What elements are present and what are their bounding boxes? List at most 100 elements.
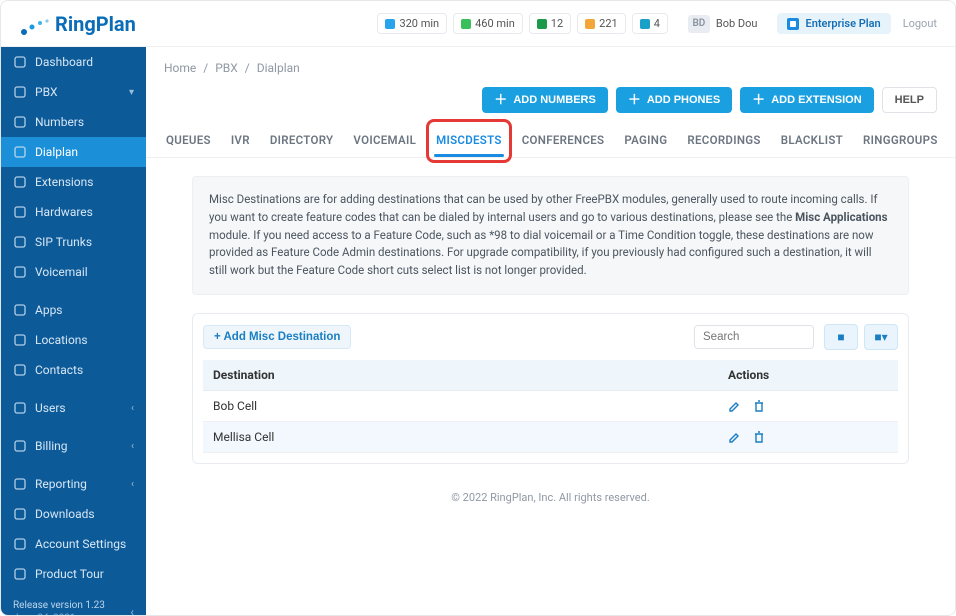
sidebar-item-label: Account Settings [35, 537, 126, 551]
header-stat-1[interactable]: 460 min [453, 13, 523, 34]
add-phones-button[interactable]: ＋ADD PHONES [616, 87, 732, 113]
sidebar-item-apps[interactable]: Apps [1, 295, 146, 325]
sidebar-item-label: Contacts [35, 363, 83, 377]
avatar: BD [688, 15, 710, 33]
delete-icon[interactable] [752, 430, 766, 444]
locations-icon [13, 333, 27, 347]
add-numbers-button[interactable]: ＋ADD NUMBERS [482, 87, 608, 113]
breadcrumb-pbx[interactable]: PBX [215, 61, 238, 75]
help-button[interactable]: HELP [882, 87, 937, 113]
info-box: Misc Destinations are for adding destina… [192, 176, 909, 295]
sidebar-footer: Release version 1.23 June 24, 2021 ‹ [1, 589, 146, 615]
sidebar-item-locations[interactable]: Locations [1, 325, 146, 355]
header-stat-2[interactable]: 12 [529, 13, 571, 34]
chevron-icon: ‹ [131, 441, 134, 452]
tabs: QUEUES IVR DIRECTORY VOICEMAIL MISCDESTS CONF… [146, 113, 955, 158]
stat-label: 4 [654, 17, 660, 30]
chevron-icon: ‹ [131, 479, 134, 490]
breadcrumb: Home / PBX / Dialplan [146, 47, 955, 75]
brand-logo[interactable]: RingPlan [19, 12, 136, 36]
header-stat-4[interactable]: 4 [632, 13, 668, 34]
chevron-icon: ▾ [129, 87, 134, 98]
dialplan-icon [13, 145, 27, 159]
tab-miscdests[interactable]: MISCDESTS [434, 127, 504, 157]
sidebar-item-label: Extensions [35, 175, 93, 189]
list-icon: ■▾ [874, 330, 887, 344]
page-footer: © 2022 RingPlan, Inc. All rights reserve… [146, 482, 955, 512]
header-stat-3[interactable]: 221 [577, 13, 626, 34]
user-chip[interactable]: BD Bob Dou [678, 12, 768, 36]
users-icon [13, 401, 27, 415]
table-row: Bob Cell [203, 391, 898, 422]
sidebar-item-sip-trunks[interactable]: SIP Trunks [1, 227, 146, 257]
add-extension-button[interactable]: ＋ADD EXTENSION [740, 87, 873, 113]
billing-icon [13, 439, 27, 453]
edit-icon[interactable] [728, 430, 742, 444]
view-list-button[interactable]: ■▾ [864, 324, 898, 350]
tab-conferences[interactable]: CONFERENCES [520, 127, 607, 157]
tab-directory[interactable]: DIRECTORY [268, 127, 336, 157]
sidebar-item-account-settings[interactable]: Account Settings [1, 529, 146, 559]
account-settings-icon [13, 537, 27, 551]
stat-icon [537, 19, 547, 29]
tab-recordings[interactable]: RECORDINGS [685, 127, 762, 157]
tab-voicemail[interactable]: VOICEMAIL [351, 127, 418, 157]
view-grid-button[interactable]: ■ [824, 324, 858, 350]
sidebar-item-label: Dialplan [35, 145, 78, 159]
chevron-icon: ‹ [131, 403, 134, 414]
sidebar-item-pbx[interactable]: PBX ▾ [1, 77, 146, 107]
stat-icon [385, 19, 395, 29]
logo-dots-icon [19, 18, 53, 36]
tab-ivr[interactable]: IVR [229, 127, 252, 157]
plan-chip[interactable]: Enterprise Plan [777, 13, 890, 34]
breadcrumb-home[interactable]: Home [164, 61, 196, 75]
stat-label: 460 min [475, 17, 515, 30]
delete-icon[interactable] [752, 399, 766, 413]
sidebar-item-label: Product Tour [35, 567, 104, 581]
sidebar-item-hardwares[interactable]: Hardwares [1, 197, 146, 227]
search-input[interactable] [694, 325, 814, 349]
sidebar-item-users[interactable]: Users ‹ [1, 393, 146, 423]
header-stat-0[interactable]: 320 min [377, 13, 447, 34]
product-tour-icon [13, 567, 27, 581]
stat-icon [461, 19, 471, 29]
sidebar-item-label: SIP Trunks [35, 235, 92, 249]
sidebar-item-dialplan[interactable]: Dialplan [1, 137, 146, 167]
sidebar-item-voicemail[interactable]: Voicemail [1, 257, 146, 287]
sidebar-item-label: Voicemail [35, 265, 88, 279]
dest-cell: Mellisa Cell [203, 422, 718, 453]
sidebar-item-dashboard[interactable]: Dashboard [1, 47, 146, 77]
sidebar: Dashboard PBX ▾ Numbers Dialplan Extensi… [1, 47, 146, 615]
sidebar-item-reporting[interactable]: Reporting ‹ [1, 469, 146, 499]
sidebar-item-billing[interactable]: Billing ‹ [1, 431, 146, 461]
sidebar-item-extensions[interactable]: Extensions [1, 167, 146, 197]
sidebar-item-label: Users [35, 401, 66, 415]
grid-icon: ■ [837, 330, 844, 344]
app-header: RingPlan 320 min 460 min 12 221 4 BD Bob Dou… [1, 1, 955, 47]
sidebar-item-downloads[interactable]: Downloads [1, 499, 146, 529]
logout-link[interactable]: Logout [903, 17, 937, 30]
sidebar-item-contacts[interactable]: Contacts [1, 355, 146, 385]
apps-icon [13, 303, 27, 317]
sidebar-item-numbers[interactable]: Numbers [1, 107, 146, 137]
sidebar-collapse-icon[interactable]: ‹ [130, 605, 134, 615]
stat-icon [640, 19, 650, 29]
plan-icon [787, 18, 799, 30]
version-date: June 24, 2021 [13, 612, 105, 615]
tab-queues[interactable]: QUEUES [164, 127, 213, 157]
tab-paging[interactable]: PAGING [622, 127, 669, 157]
sidebar-item-product-tour[interactable]: Product Tour [1, 559, 146, 589]
plan-label: Enterprise Plan [805, 17, 880, 30]
extensions-icon [13, 175, 27, 189]
tab-ringgroups[interactable]: RINGGROUPS [861, 127, 940, 157]
tab-blacklist[interactable]: BLACKLIST [779, 127, 845, 157]
edit-icon[interactable] [728, 399, 742, 413]
brand-name: RingPlan [55, 12, 136, 36]
stat-label: 12 [551, 17, 563, 30]
add-misc-dest-button[interactable]: + Add Misc Destination [203, 325, 351, 349]
downloads-icon [13, 507, 27, 521]
dashboard-icon [13, 55, 27, 69]
main-content: Home / PBX / Dialplan ＋ADD NUMBERS ＋ADD … [146, 47, 955, 615]
voicemail-icon [13, 265, 27, 279]
dest-cell: Bob Cell [203, 391, 718, 422]
